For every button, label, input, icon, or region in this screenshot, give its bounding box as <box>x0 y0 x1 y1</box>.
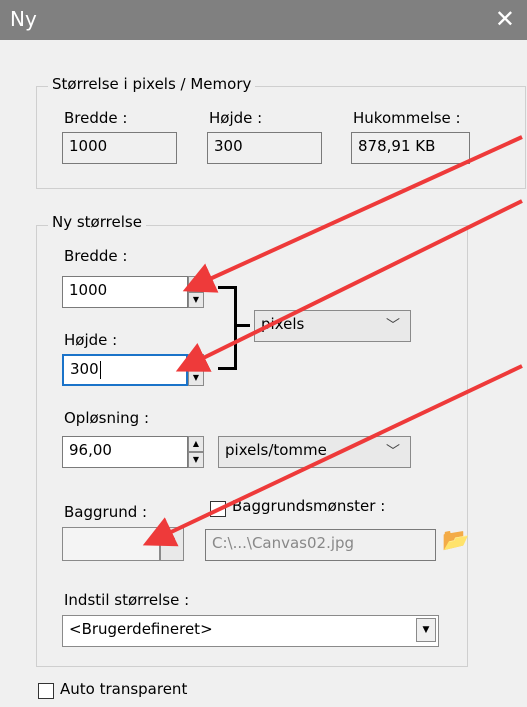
annotation-arrows <box>142 135 523 547</box>
annotation-arrow-height <box>175 199 523 372</box>
annotation-arrow-background <box>142 364 523 547</box>
annotation-arrow-width <box>182 135 523 293</box>
